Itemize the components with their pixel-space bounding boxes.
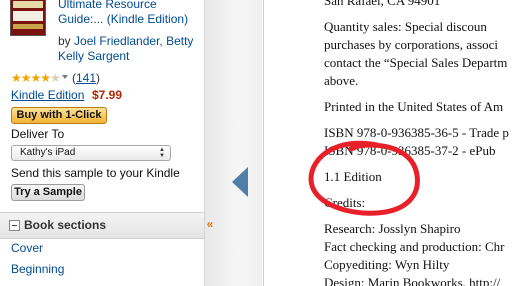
page-line: San Rafael, CA 94901 xyxy=(324,0,441,8)
page-line: Copyediting: Wyn Hilty xyxy=(324,257,450,272)
red-circle-annotation xyxy=(308,140,420,216)
page-line: Research: Josslyn Shapiro xyxy=(324,221,461,236)
collapse-minus-icon[interactable] xyxy=(9,220,20,231)
collapse-panel-icon[interactable]: « xyxy=(204,214,216,234)
try-a-sample-button[interactable]: Try a Sample xyxy=(11,184,85,201)
page-line: Fact checking and production: Chr xyxy=(324,239,505,254)
selected-device: Kathy's iPad xyxy=(20,147,76,158)
page-line: above. xyxy=(324,73,359,88)
review-count-link[interactable]: 141 xyxy=(76,71,96,85)
page-line: contact the “Special Sales Departm xyxy=(324,55,508,70)
book-authors: by Joel Friedlander, Betty Kelly Sargent xyxy=(58,34,194,63)
book-sections-title: Book sections xyxy=(24,218,107,232)
book-cover-thumbnail[interactable] xyxy=(10,0,46,36)
author-link-betty-kelly-sargent-cont[interactable]: Kelly Sargent xyxy=(58,49,129,63)
reader-gutter xyxy=(205,0,262,286)
page-line: Printed in the United States of Am xyxy=(324,99,504,114)
book-title-link[interactable]: Ultimate Resource Guide:... (Kindle Edit… xyxy=(58,0,204,27)
previous-page-arrow-icon[interactable] xyxy=(232,167,248,197)
rating-stars-icon[interactable]: ★★★★★ xyxy=(11,72,61,84)
kindle-edition-link[interactable]: Kindle Edition xyxy=(11,88,84,102)
section-link-cover[interactable]: Cover xyxy=(11,241,43,255)
deliver-to-device-select[interactable]: Kathy's iPad ▲ ▼ xyxy=(11,145,171,161)
review-count: (141) xyxy=(72,71,101,85)
page-line: Design: Marin Bookworks, http:// xyxy=(324,275,501,286)
send-sample-text: Send this sample to your Kindle xyxy=(11,166,180,180)
page-line: Quantity sales: Special discoun xyxy=(324,19,487,34)
price: $7.99 xyxy=(92,88,123,102)
author-link-betty-kelly-sargent[interactable]: Betty xyxy=(166,34,193,48)
deliver-to-label: Deliver To xyxy=(11,127,65,141)
chevron-down-icon[interactable] xyxy=(62,75,68,79)
book-info-panel: Ultimate Resource Guide:... (Kindle Edit… xyxy=(0,0,205,286)
buy-with-1-click-button[interactable]: Buy with 1-Click xyxy=(11,107,107,124)
author-link-joel-friedlander[interactable]: Joel Friedlander, xyxy=(74,34,163,48)
section-link-beginning[interactable]: Beginning xyxy=(11,262,64,276)
book-sections-header[interactable]: Book sections xyxy=(0,212,204,239)
page-line: purchases by corporations, associ xyxy=(324,37,499,52)
select-arrows-icon: ▲ ▼ xyxy=(159,147,165,159)
